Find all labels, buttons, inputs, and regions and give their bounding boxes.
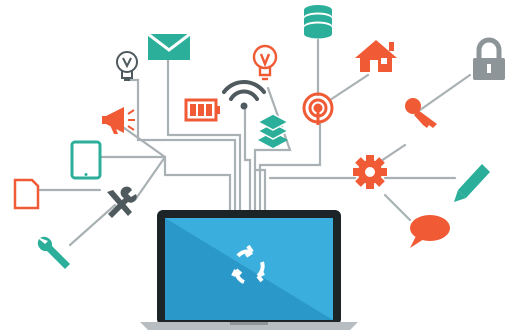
iot-network-illustration [0, 0, 507, 333]
idea-bulb-icon [252, 44, 278, 81]
lightbulb-icon [116, 51, 138, 81]
home-icon [355, 40, 397, 72]
tools-icon [107, 186, 137, 218]
document-icon [13, 178, 40, 210]
megaphone-icon [102, 107, 135, 134]
wifi-icon [222, 80, 266, 110]
tablet-icon [70, 140, 102, 180]
broadcast-icon [302, 92, 334, 125]
speech-bubble-icon [410, 215, 450, 248]
layers-icon [256, 113, 290, 148]
laptop [140, 210, 358, 330]
wrench-icon [37, 236, 70, 269]
padlock-icon [473, 37, 505, 80]
email-icon [147, 32, 191, 60]
gear-icon [353, 155, 387, 189]
pencil-icon [454, 164, 490, 202]
database-icon [304, 5, 332, 39]
battery-icon [184, 98, 220, 122]
